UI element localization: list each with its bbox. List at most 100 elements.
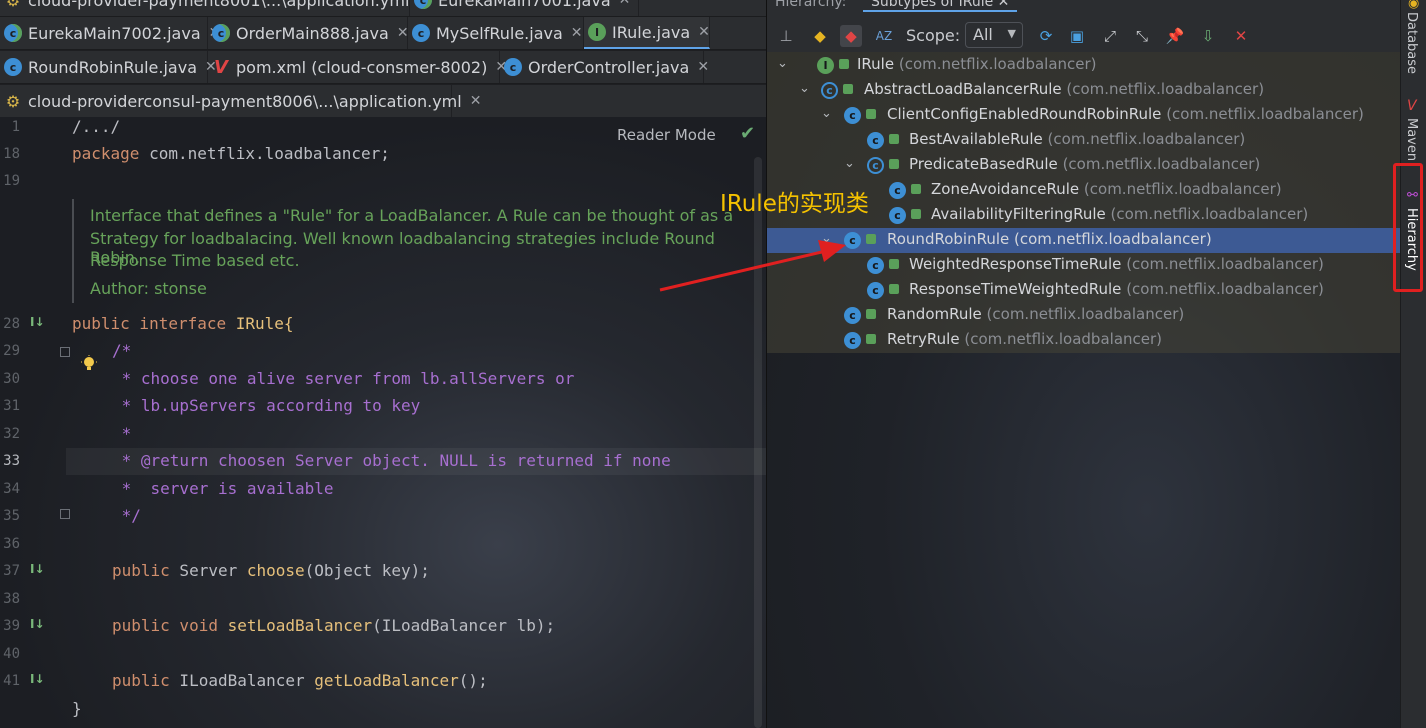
- tree-node-bestavailablerule[interactable]: c BestAvailableRule (com.netflix.loadbal…: [767, 128, 1401, 153]
- tab-label: MySelfRule.java: [436, 23, 563, 43]
- tree-node-irule[interactable]: ⌄ I IRule (com.netflix.loadbalancer): [767, 53, 1401, 78]
- fold-marker-icon[interactable]: [60, 347, 70, 357]
- lightbulb-icon[interactable]: [81, 355, 97, 373]
- tab-label: pom.xml (cloud-consmer-8002): [236, 57, 488, 77]
- pin-icon[interactable]: 📌: [1164, 25, 1186, 47]
- tab-label: cloud-providerconsul-payment8006\...\app…: [28, 91, 462, 111]
- ide-window: ⚙ cloud-provider-payment8001\...\applica…: [0, 0, 1426, 728]
- comment-line: * server is available: [112, 479, 334, 498]
- package-name: (com.netflix.loadbalancer): [1126, 280, 1324, 298]
- refresh-icon[interactable]: ⟳: [1035, 25, 1057, 47]
- collapse-all-icon[interactable]: ⤡: [1131, 25, 1153, 47]
- tree-node-predicatebasedrule[interactable]: ⌄ c PredicateBasedRule (com.netflix.load…: [767, 153, 1401, 178]
- reader-mode-toggle[interactable]: Reader Mode: [617, 126, 716, 144]
- tree-node-retryrule[interactable]: c RetryRule (com.netflix.loadbalancer): [767, 328, 1401, 353]
- chevron-down-icon[interactable]: ⌄: [821, 231, 832, 246]
- class-icon: c: [844, 307, 861, 324]
- scope-select[interactable]: All ▼: [965, 22, 1023, 48]
- folded-region[interactable]: /.../: [72, 117, 120, 136]
- sort-alphabetically-icon[interactable]: AZ: [873, 25, 895, 47]
- class-icon: c: [867, 132, 884, 149]
- close-icon[interactable]: ✕: [698, 24, 710, 40]
- checkmark-icon[interactable]: ✔: [740, 123, 755, 144]
- line-number: 19: [3, 173, 20, 189]
- package-name: (com.netflix.loadbalancer): [1062, 155, 1261, 173]
- java-class-icon: c: [4, 58, 22, 76]
- comment-line: /*: [112, 341, 132, 360]
- export-icon[interactable]: ⇩: [1197, 25, 1219, 47]
- keyword: public: [112, 561, 170, 580]
- tab-label: cloud-provider-payment8001\...\applicati…: [28, 0, 410, 10]
- expand-all-icon[interactable]: ⤢: [1099, 25, 1121, 47]
- tree-node-responsetimeweightedrule[interactable]: c ResponseTimeWeightedRule (com.netflix.…: [767, 278, 1401, 303]
- tab-ordercontroller[interactable]: c OrderController.java ✕: [500, 51, 709, 83]
- implemented-by-gutter-icon[interactable]: I↓: [30, 617, 45, 631]
- tab-ordermain888[interactable]: c OrderMain888.java ✕: [208, 17, 409, 49]
- tab-irule[interactable]: I IRule.java ✕: [584, 17, 710, 49]
- return-type: Server: [169, 561, 247, 580]
- tool-window-maven[interactable]: Maven: [1404, 118, 1419, 161]
- keyword: package: [72, 144, 140, 163]
- fold-marker-icon[interactable]: [60, 509, 70, 519]
- tab-application-yml-8006[interactable]: ⚙ cloud-providerconsul-payment8006\...\a…: [0, 85, 481, 117]
- class-hierarchy-icon[interactable]: ⊥: [775, 25, 797, 47]
- java-class-icon: c: [414, 0, 432, 9]
- tab-myselfrule[interactable]: c MySelfRule.java ✕: [408, 17, 584, 49]
- close-icon[interactable]: ✕: [397, 25, 409, 41]
- chevron-down-icon[interactable]: ⌄: [777, 56, 788, 71]
- method-args: (Object key);: [304, 561, 430, 580]
- tab-roundrobinrule[interactable]: c RoundRobinRule.java ✕: [0, 51, 217, 83]
- editor-gutter: 1 18 19 28 29 30 31 32 33 34 35 36 37 38…: [0, 117, 70, 728]
- implemented-by-gutter-icon[interactable]: I↓: [30, 672, 45, 686]
- tree-node-clientconfigenabledroundrobinrule[interactable]: ⌄ c ClientConfigEnabledRoundRobinRule (c…: [767, 103, 1401, 128]
- tab-label: EurekaMain7002.java: [28, 23, 201, 43]
- scope-label: Scope:: [906, 26, 961, 45]
- method-name: getLoadBalancer: [314, 671, 459, 690]
- close-icon[interactable]: ✕: [571, 25, 583, 41]
- class-icon: c: [844, 107, 861, 124]
- public-access-icon: [839, 59, 849, 69]
- editor-tab-row-0: ⚙ cloud-provider-payment8001\...\applica…: [0, 0, 766, 17]
- tree-node-abstractloadbalancerrule[interactable]: ⌄ c AbstractLoadBalancerRule (com.netfli…: [767, 78, 1401, 103]
- class-name: ZoneAvoidanceRule: [931, 180, 1080, 198]
- code-editor[interactable]: 1 18 19 28 29 30 31 32 33 34 35 36 37 38…: [0, 117, 766, 728]
- implemented-by-gutter-icon[interactable]: I↓: [30, 315, 45, 329]
- tree-node-roundrobinrule[interactable]: ⌄ c RoundRobinRule (com.netflix.loadbala…: [767, 228, 1401, 253]
- method-choose: public Server choose(Object key);: [112, 561, 430, 580]
- subtypes-icon[interactable]: ◆: [840, 25, 862, 47]
- tool-window-database[interactable]: Database: [1404, 12, 1419, 74]
- close-icon[interactable]: ✕: [619, 0, 631, 8]
- implemented-by-gutter-icon[interactable]: I↓: [30, 562, 45, 576]
- method-args: (ILoadBalancer lb);: [372, 616, 556, 635]
- method-setloadbalancer: public void setLoadBalancer(ILoadBalance…: [112, 616, 555, 635]
- tree-node-weightedresponsetimerule[interactable]: c WeightedResponseTimeRule (com.netflix.…: [767, 253, 1401, 278]
- method-name: setLoadBalancer: [227, 616, 373, 635]
- close-icon[interactable]: ✕: [1230, 25, 1252, 47]
- tab-subtypes[interactable]: Subtypes of IRule ✕: [863, 0, 1018, 12]
- tree-node-randomrule[interactable]: c RandomRule (com.netflix.loadbalancer): [767, 303, 1401, 328]
- chevron-down-icon[interactable]: ⌄: [821, 106, 832, 121]
- class-icon: c: [867, 282, 884, 299]
- class-name: ResponseTimeWeightedRule: [909, 280, 1122, 298]
- package-name: com.netflix.loadbalancer;: [139, 144, 390, 163]
- package-name: (com.netflix.loadbalancer): [1126, 255, 1324, 273]
- package-name: (com.netflix.loadbalancer): [1083, 180, 1282, 198]
- open-in-editor-icon[interactable]: ▣: [1066, 25, 1088, 47]
- public-access-icon: [911, 184, 921, 194]
- java-class-icon: c: [4, 24, 22, 42]
- line-number: 35: [3, 508, 20, 524]
- tab-eurekamain7001[interactable]: c EurekaMain7001.java ✕: [410, 0, 640, 16]
- tab-pom-xml[interactable]: V pom.xml (cloud-consmer-8002) ✕: [208, 51, 507, 83]
- package-name: (com.netflix.loadbalancer): [1014, 230, 1212, 248]
- java-class-icon: c: [504, 58, 522, 76]
- tab-eurekamain7002[interactable]: c EurekaMain7002.java ✕: [0, 17, 220, 49]
- tab-application-yml-8001[interactable]: ⚙ cloud-provider-payment8001\...\applica…: [0, 0, 429, 16]
- chevron-down-icon[interactable]: ⌄: [799, 81, 810, 96]
- chevron-down-icon[interactable]: ⌄: [844, 156, 855, 171]
- yml-file-icon: ⚙: [5, 0, 21, 10]
- line-number: 41: [3, 673, 20, 689]
- close-icon[interactable]: ✕: [697, 59, 709, 75]
- close-icon[interactable]: ✕: [470, 93, 482, 109]
- supertypes-icon[interactable]: ◆: [809, 25, 831, 47]
- editor-scrollbar[interactable]: [754, 157, 762, 728]
